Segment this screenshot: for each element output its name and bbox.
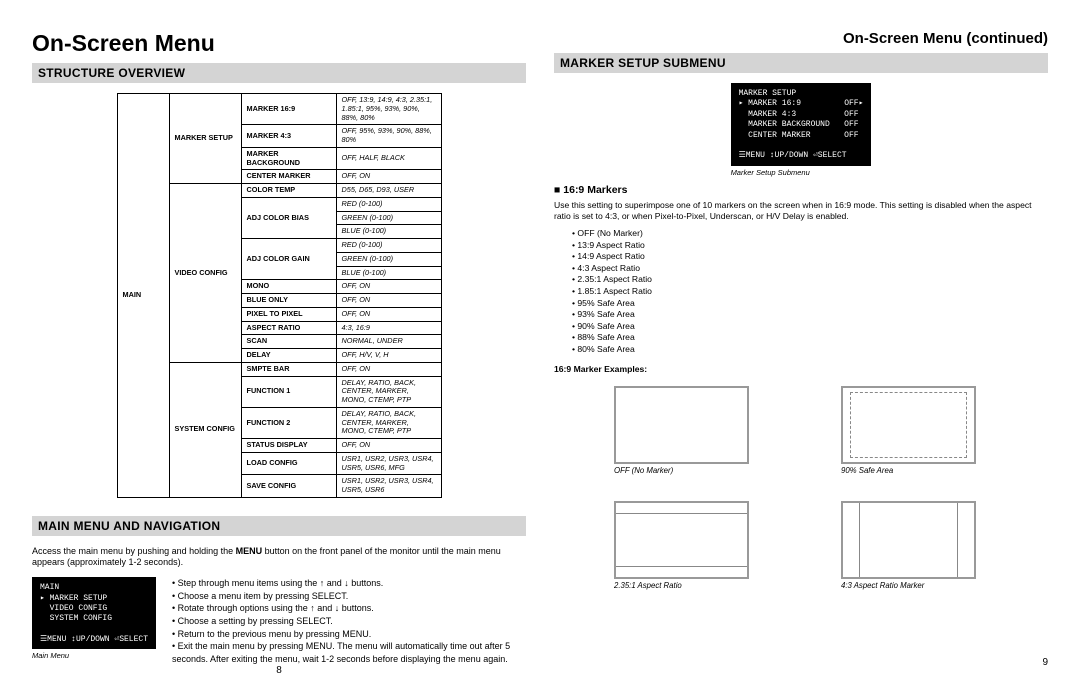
cell-video-config: VIDEO CONFIG <box>169 184 241 363</box>
nav-item: Rotate through options using the ↑ and ↓… <box>172 602 526 615</box>
nav-item: Step through menu items using the ↑ and … <box>172 577 526 590</box>
page-title: On-Screen Menu <box>32 30 526 57</box>
frame-off <box>614 386 749 464</box>
marker-list-item: 95% Safe Area <box>572 298 1048 310</box>
nav-list: Step through menu items using the ↑ and … <box>166 577 526 665</box>
cell-system-config: SYSTEM CONFIG <box>169 362 241 497</box>
example-43: 4:3 Aspect Ratio Marker <box>841 501 988 590</box>
screenshot-caption: Main Menu <box>32 651 156 660</box>
marker-list-item: 1.85:1 Aspect Ratio <box>572 286 1048 298</box>
marker-submenu-caption: Marker Setup Submenu <box>731 168 872 177</box>
examples-grid: OFF (No Marker) 90% Safe Area 2.35:1 Asp… <box>554 386 1048 590</box>
examples-label: 16:9 Marker Examples: <box>554 364 1048 374</box>
page-title-continued: On-Screen Menu (continued) <box>554 30 1048 47</box>
marker-list-item: OFF (No Marker) <box>572 228 1048 240</box>
section-main-menu-nav: MAIN MENU AND NAVIGATION <box>32 516 526 536</box>
page-left: On-Screen Menu STRUCTURE OVERVIEW MAIN M… <box>18 30 540 668</box>
nav-item: Exit the main menu by pressing MENU. The… <box>172 640 526 665</box>
marker-list-item: 93% Safe Area <box>572 309 1048 321</box>
marker-submenu-screenshot: MARKER SETUP ▸ MARKER 16:9 OFF▸ MARKER 4… <box>731 83 872 166</box>
structure-table: MAIN MARKER SETUP MARKER 16:9 OFF, 13:9,… <box>117 93 442 498</box>
marker-list-item: 13:9 Aspect Ratio <box>572 240 1048 252</box>
cell-marker-setup: MARKER SETUP <box>169 94 241 184</box>
marker-list-item: 90% Safe Area <box>572 321 1048 333</box>
marker-list-item: 80% Safe Area <box>572 344 1048 356</box>
marker-list-item: 14:9 Aspect Ratio <box>572 251 1048 263</box>
example-235: 2.35:1 Aspect Ratio <box>614 501 761 590</box>
nav-item: Choose a setting by pressing SELECT. <box>172 615 526 628</box>
section-marker-setup: MARKER SETUP SUBMENU <box>554 53 1048 73</box>
nav-intro: Access the main menu by pushing and hold… <box>32 546 526 569</box>
markers-list: OFF (No Marker) 13:9 Aspect Ratio 14:9 A… <box>554 228 1048 356</box>
example-off: OFF (No Marker) <box>614 386 761 475</box>
nav-item: Return to the previous menu by pressing … <box>172 628 526 641</box>
page-number-right: 9 <box>554 657 1048 668</box>
cell-main: MAIN <box>117 94 169 498</box>
frame-235 <box>614 501 749 579</box>
markers-description: Use this setting to superimpose one of 1… <box>554 200 1048 222</box>
page-right: On-Screen Menu (continued) MARKER SETUP … <box>540 30 1062 668</box>
marker-submenu-wrap: MARKER SETUP ▸ MARKER 16:9 OFF▸ MARKER 4… <box>554 83 1048 180</box>
frame-90-safe <box>841 386 976 464</box>
subhead-169-markers: ■ 16:9 Markers <box>554 184 1048 196</box>
nav-row: MAIN ▸ MARKER SETUP VIDEO CONFIG SYSTEM … <box>32 577 526 665</box>
marker-list-item: 88% Safe Area <box>572 332 1048 344</box>
marker-list-item: 4:3 Aspect Ratio <box>572 263 1048 275</box>
nav-item: Choose a menu item by pressing SELECT. <box>172 590 526 603</box>
example-90-safe: 90% Safe Area <box>841 386 988 475</box>
page-number-left: 8 <box>32 665 526 676</box>
section-structure-overview: STRUCTURE OVERVIEW <box>32 63 526 83</box>
main-menu-screenshot: MAIN ▸ MARKER SETUP VIDEO CONFIG SYSTEM … <box>32 577 156 649</box>
marker-list-item: 2.35:1 Aspect Ratio <box>572 274 1048 286</box>
frame-43 <box>841 501 976 579</box>
main-menu-screenshot-wrap: MAIN ▸ MARKER SETUP VIDEO CONFIG SYSTEM … <box>32 577 156 665</box>
